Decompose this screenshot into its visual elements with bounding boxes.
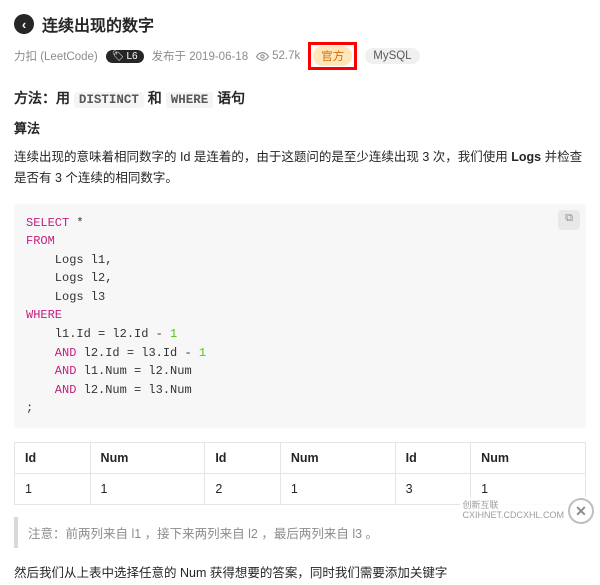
tag-mysql[interactable]: MySQL (365, 48, 419, 64)
th: Num (471, 443, 586, 474)
page-title: 连续出现的数字 (42, 12, 154, 36)
paragraph-1: 连续出现的意味着相同数字的 Id 是连着的，由于这题问的是至少连续出现 3 次，… (14, 147, 586, 190)
td: 2 (205, 474, 281, 505)
table-header: Id Num Id Num Id Num (15, 443, 586, 474)
algo-heading: 算法 (14, 118, 586, 137)
level-badge: 🏷 L6 (106, 50, 144, 63)
views-count: 52.7k (256, 50, 300, 63)
back-icon[interactable]: ‹ (14, 14, 34, 34)
th: Num (280, 443, 395, 474)
watermark: 创新互联 CXIHNET.CDCXHL.COM ✕ (460, 497, 596, 525)
th: Id (205, 443, 281, 474)
result-table: Id Num Id Num Id Num 1 1 2 1 3 1 (14, 442, 586, 505)
highlight-annotation: 官方 (308, 42, 357, 70)
td: 1 (280, 474, 395, 505)
truncated-paragraph: 然后我们从上表中选择任意的 Num 获得想要的答案，同时我们需要添加关键字 (14, 562, 586, 581)
watermark-logo-icon: ✕ (568, 498, 594, 524)
th: Id (15, 443, 91, 474)
code-kw-where: WHERE (166, 92, 214, 108)
published-label: 发布于 2019-06-18 (152, 48, 249, 64)
th: Id (395, 443, 471, 474)
copy-icon[interactable]: ⧉ (558, 210, 580, 230)
code-kw-distinct: DISTINCT (74, 92, 144, 108)
th: Num (90, 443, 205, 474)
author-label[interactable]: 力扣 (LeetCode) (14, 48, 98, 64)
td: 1 (90, 474, 205, 505)
tag-official[interactable]: 官方 (313, 46, 352, 66)
sql-code-block: ⧉SELECT * FROM Logs l1, Logs l2, Logs l3… (14, 204, 586, 429)
meta-bar: 力扣 (LeetCode) 🏷 L6 发布于 2019-06-18 52.7k … (14, 42, 586, 70)
watermark-line2: CXIHNET.CDCXHL.COM (462, 511, 564, 521)
td: 3 (395, 474, 471, 505)
method-heading: 方法：用 DISTINCT 和 WHERE 语句 (14, 88, 586, 108)
td: 1 (15, 474, 91, 505)
